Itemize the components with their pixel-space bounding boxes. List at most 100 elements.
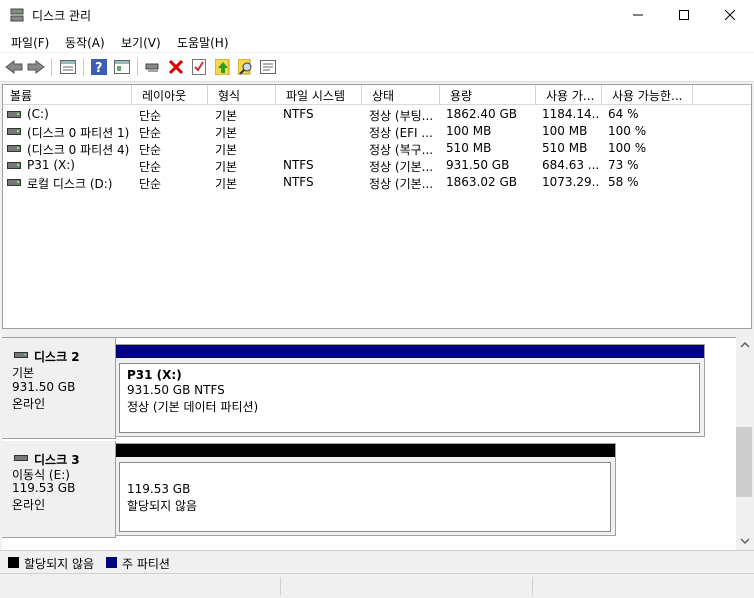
cell-volume: P31 (X:)	[27, 158, 75, 172]
close-icon	[725, 10, 735, 20]
legend-swatch-unallocated	[8, 557, 19, 568]
cell-volume: (C:)	[27, 107, 49, 121]
cell-status: 정상 (EFI ...	[369, 126, 433, 140]
volume-icon	[7, 128, 21, 135]
cell-volume: (디스크 0 파티션 1)	[27, 126, 130, 140]
volume-row[interactable]: (디스크 0 파티션 1) 단순 기본 정상 (EFI ... 100 MB 1…	[3, 123, 751, 140]
volume-row[interactable]: P31 (X:) 단순 기본 NTFS 정상 (기본... 931.50 GB …	[3, 157, 751, 174]
cell-free-space: 1184.14...	[542, 107, 600, 121]
partition-status: 정상 (기본 데이터 파티션)	[127, 400, 259, 414]
connect-drive-button[interactable]	[143, 57, 163, 77]
search-icon	[238, 59, 252, 75]
volume-list[interactable]: 볼륨 레이아웃 형식 파일 시스템 상태 용량 사용 가... 사용 가능한..…	[2, 84, 752, 329]
disk-size: 931.50 GB	[12, 380, 76, 394]
cell-volume: 로컬 디스크 (D:)	[27, 177, 113, 191]
cell-layout: 단순	[139, 177, 162, 191]
column-header-status[interactable]: 상태	[372, 87, 434, 104]
column-header-free-space[interactable]: 사용 가...	[546, 87, 602, 104]
cell-free-space: 510 MB	[542, 141, 588, 155]
disk-3-label[interactable]: 디스크 3 이동식 (E:) 119.53 GB 온라인	[2, 441, 116, 538]
cell-type: 기본	[215, 126, 238, 140]
maximize-icon	[679, 10, 689, 20]
check-button[interactable]	[189, 57, 209, 77]
cell-layout: 단순	[139, 126, 162, 140]
disk-size: 119.53 GB	[12, 481, 76, 495]
scroll-up-icon[interactable]	[740, 341, 750, 349]
partition-content: P31 (X:) 931.50 GB NTFS 정상 (기본 데이터 파티션)	[119, 363, 700, 433]
column-divider[interactable]	[439, 85, 440, 104]
disk-graphical-view: 디스크 2 기본 931.50 GB 온라인 P31 (X:) 931.50 G…	[2, 337, 736, 550]
disk-type: 기본	[12, 366, 35, 380]
maximize-button[interactable]	[661, 0, 707, 30]
cell-capacity: 1863.02 GB	[446, 175, 517, 189]
column-divider[interactable]	[692, 85, 693, 104]
minimize-button[interactable]	[615, 0, 661, 30]
menu-file[interactable]: 파일(F)	[11, 34, 49, 51]
menu-help[interactable]: 도움말(H)	[177, 34, 229, 51]
cell-status: 정상 (기본...	[369, 160, 434, 174]
menu-action[interactable]: 동작(A)	[65, 34, 105, 51]
scroll-down-icon[interactable]	[740, 537, 750, 545]
menu-view[interactable]: 보기(V)	[121, 34, 161, 51]
cell-capacity: 1862.40 GB	[446, 107, 517, 121]
disk-2-label[interactable]: 디스크 2 기본 931.50 GB 온라인	[2, 338, 116, 439]
column-divider[interactable]	[275, 85, 276, 104]
partition-p31[interactable]: P31 (X:) 931.50 GB NTFS 정상 (기본 데이터 파티션)	[115, 344, 705, 437]
disk-management-icon	[10, 8, 24, 22]
partition-name: P31 (X:)	[127, 368, 182, 382]
legend-label-unallocated: 할당되지 않음	[24, 557, 95, 571]
column-divider[interactable]	[535, 85, 536, 104]
window-title: 디스크 관리	[32, 9, 92, 23]
column-header-layout[interactable]: 레이아웃	[142, 87, 202, 104]
cell-free-space: 684.63 ...	[542, 158, 600, 172]
forward-button[interactable]	[26, 57, 46, 77]
cell-percent-free: 100 %	[608, 141, 647, 155]
cell-percent-free: 73 %	[608, 158, 639, 172]
column-header-type[interactable]: 형식	[218, 87, 270, 104]
properties-button[interactable]	[258, 57, 278, 77]
disk-list-button[interactable]	[58, 57, 78, 77]
legend-bar: 할당되지 않음 주 파티션	[0, 550, 754, 573]
help-button[interactable]: ?	[89, 57, 109, 77]
column-divider[interactable]	[361, 85, 362, 104]
menu-bar: 파일(F) 동작(A) 보기(V) 도움말(H)	[0, 30, 754, 52]
column-divider[interactable]	[131, 85, 132, 104]
forward-arrow-icon	[27, 60, 45, 74]
column-header-capacity[interactable]: 용량	[450, 87, 534, 104]
close-button[interactable]	[707, 0, 753, 30]
volume-icon	[7, 162, 21, 169]
column-header-filesystem[interactable]: 파일 시스템	[286, 87, 358, 104]
volume-icon	[7, 111, 21, 118]
column-divider[interactable]	[601, 85, 602, 104]
column-divider[interactable]	[207, 85, 208, 104]
cell-percent-free: 100 %	[608, 124, 647, 138]
primary-partition-bar	[116, 345, 704, 358]
toolbar-separator	[83, 58, 84, 76]
status-pane	[280, 577, 531, 595]
properties-icon	[260, 60, 276, 74]
svg-text:?: ?	[95, 61, 103, 75]
volume-row[interactable]: 로컬 디스크 (D:) 단순 기본 NTFS 정상 (기본... 1863.02…	[3, 174, 751, 191]
partition-size: 931.50 GB NTFS	[127, 383, 225, 397]
partition-content: 119.53 GB 할당되지 않음	[119, 462, 611, 532]
volume-row[interactable]: (디스크 0 파티션 4) 단순 기본 정상 (복구... 510 MB 510…	[3, 140, 751, 157]
upload-icon	[215, 59, 230, 75]
cell-percent-free: 64 %	[608, 107, 639, 121]
upload-button[interactable]	[213, 57, 233, 77]
toolbar-separator	[51, 58, 52, 76]
delete-button[interactable]	[166, 57, 186, 77]
toolbar: ?	[0, 53, 754, 82]
back-button[interactable]	[4, 57, 24, 77]
toolbar-separator	[137, 58, 138, 76]
column-header-percent-free[interactable]: 사용 가능한...	[612, 87, 694, 104]
search-button[interactable]	[236, 57, 256, 77]
delete-icon	[169, 60, 183, 74]
partition-unallocated[interactable]: 119.53 GB 할당되지 않음	[115, 443, 616, 536]
cell-percent-free: 58 %	[608, 175, 639, 189]
volume-row[interactable]: (C:) 단순 기본 NTFS 정상 (부팅... 1862.40 GB 118…	[3, 106, 751, 123]
column-header-volume[interactable]: 볼륨	[10, 87, 128, 104]
console-tree-icon	[114, 60, 130, 74]
cell-layout: 단순	[139, 109, 162, 123]
console-tree-button[interactable]	[112, 57, 132, 77]
scrollbar-thumb[interactable]	[736, 427, 752, 497]
